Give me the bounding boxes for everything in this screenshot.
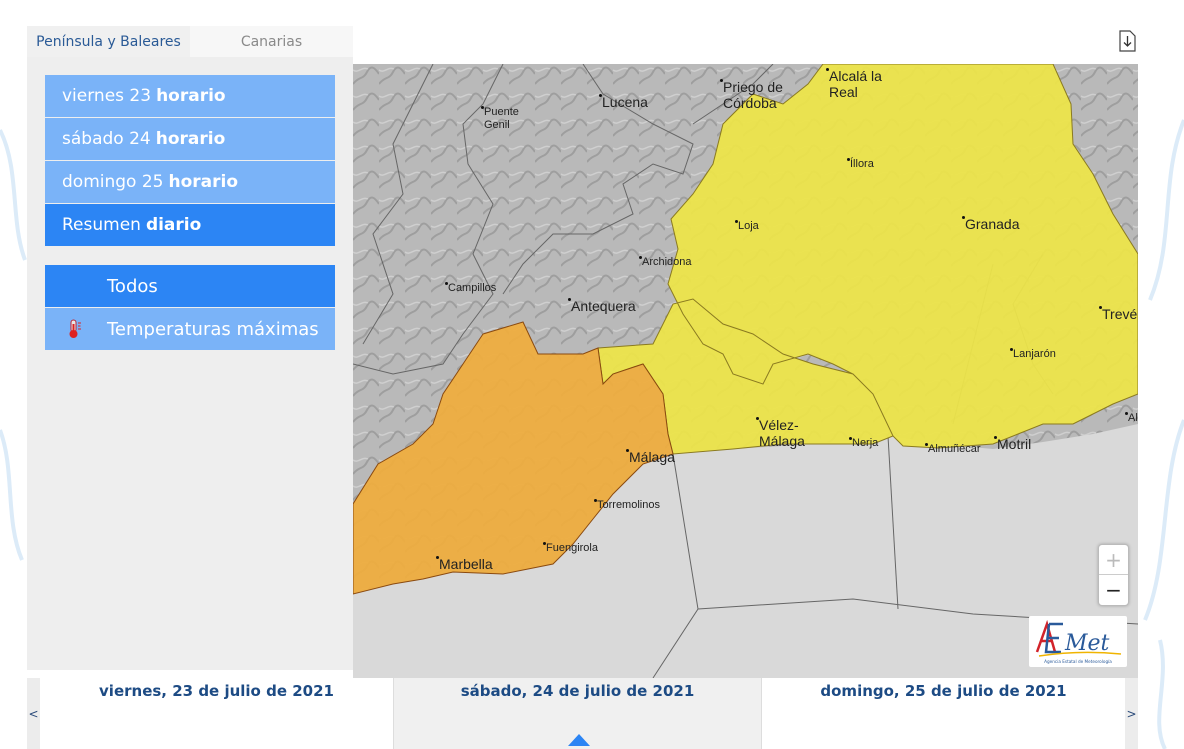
city-label: Nerja [849,437,878,450]
city-label: Torremolinos [594,499,660,512]
timeline-selected-marker [568,734,590,746]
sidebar: viernes 23 horario sábado 24 horario domin… [27,57,353,670]
map-canvas [353,64,1138,678]
city-label: Antequera [568,298,636,314]
city-label: Archidona [639,256,692,269]
city-label: Fuengirola [543,542,598,555]
region-tabs: Península y Baleares Canarias [27,26,353,57]
city-label: Puente Genil [481,106,519,131]
warning-map[interactable]: Puente Genil Lucena Priego de Córdoba Al… [353,64,1138,678]
city-label: Vélez- Málaga [756,417,805,449]
timeline-day-domingo[interactable]: domingo, 25 de julio de 2021 [762,678,1125,749]
day-mode: horario [156,86,226,106]
resumen-diario-button[interactable]: Resumen diario [45,204,335,246]
city-label: Trevél [1099,306,1138,322]
download-icon[interactable] [1119,30,1136,52]
city-label: Campillos [445,282,496,295]
zoom-control: + − [1098,544,1129,606]
day-mode: diario [145,215,202,235]
timeline-day-label: domingo, 25 de julio de 2021 [820,682,1067,700]
day-label: viernes 23 [62,86,152,106]
timeline-prev-button[interactable]: < [27,678,40,749]
day-label: Resumen [62,215,141,235]
phenomenon-todos-button[interactable]: Todos [45,265,335,307]
svg-text:Agencia Estatal de Meteorologí: Agencia Estatal de Meteorología [1044,659,1112,664]
day-mode: horario [155,129,226,149]
day-mode: horario [168,172,239,192]
timeline-day-label: viernes, 23 de julio de 2021 [99,682,334,700]
tab-canarias[interactable]: Canarias [190,26,353,57]
city-label: Íllora [847,158,874,171]
day-label: sábado 24 [62,129,151,149]
timeline-next-button[interactable]: > [1125,678,1138,749]
day-button-viernes[interactable]: viernes 23 horario [45,75,335,117]
phenomenon-label: Todos [107,275,158,297]
city-label: Almuñécar [925,443,981,456]
day-label: domingo 25 [62,172,164,192]
city-label: Lanjarón [1010,348,1056,361]
city-label: Lucena [599,94,648,110]
thermometer-icon [69,319,81,338]
timeline-day-viernes[interactable]: viernes, 23 de julio de 2021 [40,678,393,749]
phenomenon-label: Temperaturas máximas [107,318,319,340]
city-label: Loja [735,220,759,233]
city-label: Granada [962,216,1019,232]
zoom-out-button[interactable]: − [1099,575,1128,605]
phenomenon-temperaturas-button[interactable]: Temperaturas máximas [45,308,335,350]
day-button-sabado[interactable]: sábado 24 horario [45,118,335,160]
city-label: Alcalá la Real [826,68,882,100]
tab-peninsula-baleares[interactable]: Península y Baleares [27,26,190,57]
city-label: Priego de Córdoba [720,79,783,111]
aemet-logo: Met Agencia Estatal de Meteorología [1029,616,1127,667]
city-label: Marbella [436,556,493,572]
city-label: Málaga [626,449,675,465]
city-label: Al [1125,412,1138,425]
city-label: Motril [994,436,1031,452]
day-button-domingo[interactable]: domingo 25 horario [45,161,335,203]
zoom-in-button[interactable]: + [1099,545,1128,575]
aemet-logo-graphic: Met Agencia Estatal de Meteorología [1035,619,1122,664]
